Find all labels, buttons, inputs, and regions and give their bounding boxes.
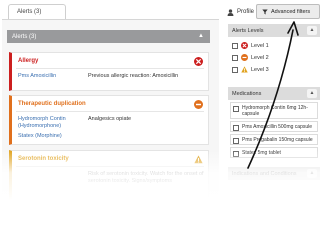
medication-option[interactable]: Pms Amoxicillin 500mg capsule [230, 121, 318, 132]
warning-triangle-icon [241, 66, 248, 73]
chevron-up-icon[interactable]: ▲ [198, 33, 204, 39]
alert-title: Therapeutic duplication [18, 101, 86, 107]
level-label: Level 1 [251, 42, 269, 49]
medication-option[interactable]: Pms Pregabalin 150mg capsule [230, 134, 318, 145]
alert-drug-link[interactable]: Pms Amoxicillin [18, 73, 56, 80]
checkbox[interactable] [233, 151, 239, 157]
level-3-option[interactable]: Level 3 [232, 66, 269, 73]
alert-drug-link[interactable]: Statex (Morphine) [18, 133, 62, 140]
alert-drug-link[interactable]: Hydromorph Contin [18, 116, 66, 123]
alert-detail: Analgesics opiate [88, 116, 132, 122]
alert-levels-body: Level 1 Level 2 Level 3 [228, 37, 320, 79]
minus-circle-icon [241, 54, 248, 61]
checkbox[interactable] [233, 138, 239, 144]
checkbox[interactable] [232, 54, 238, 61]
alert-title: Serotonin toxicity [18, 156, 69, 162]
advanced-filters-button[interactable]: Advanced filters [256, 4, 320, 19]
alert-levels-header[interactable]: Alerts Levels ▲ [228, 24, 320, 37]
tab-alerts-label: Alerts (3) [17, 9, 42, 15]
divider [16, 111, 204, 112]
chevron-up-icon[interactable]: ▲ [307, 26, 317, 35]
error-x-icon [194, 57, 203, 66]
level-2-option[interactable]: Level 2 [232, 54, 269, 61]
checkbox[interactable] [233, 106, 239, 112]
level-label: Level 3 [251, 66, 269, 73]
warning-triangle-icon [194, 155, 203, 164]
medication-label: Pms Pregabalin 150mg capsule [242, 137, 313, 143]
alerts-panel-header[interactable]: Alerts (3) ▲ [7, 30, 210, 43]
minus-circle-icon [194, 100, 203, 109]
alert-title: Allergy [18, 58, 39, 64]
medications-header[interactable]: Medications ▲ [228, 87, 320, 100]
checkbox[interactable] [232, 66, 238, 73]
divider [16, 68, 204, 69]
medication-label: Pms Amoxicillin 500mg capsule [242, 124, 313, 130]
indications-header[interactable]: Indications and Conditions ▲ [228, 167, 320, 180]
alert-drug-link-subtitle: (Hydromorphone) [18, 123, 62, 129]
alert-card-allergy: Allergy Pms Amoxicillin Previous allergi… [9, 52, 209, 91]
tab-alerts[interactable]: Alerts (3) [8, 4, 66, 19]
medication-option[interactable]: Hydromorph Contin 6mg 12h-capsule [230, 102, 318, 119]
advanced-filters-label: Advanced filters [271, 8, 311, 15]
medications-title: Medications [232, 90, 262, 97]
chevron-up-icon[interactable]: ▲ [307, 89, 317, 98]
alert-detail-continued: serotonin toxicity. Signs/symptoms [88, 178, 172, 184]
checkbox[interactable] [232, 42, 238, 49]
user-icon [227, 8, 234, 16]
alert-card-serotonin: Serotonin toxicity Risk of serotonin tox… [9, 150, 209, 200]
divider [16, 166, 204, 167]
alert-levels-title: Alerts Levels [232, 27, 264, 34]
level-1-option[interactable]: Level 1 [232, 42, 269, 49]
alert-detail: Previous allergic reaction: Amoxicillin [88, 73, 179, 79]
profile-button[interactable]: Profile [227, 6, 254, 18]
filter-icon [262, 8, 268, 15]
level-label: Level 2 [251, 54, 269, 61]
alerts-panel-title: Alerts (3) [12, 33, 37, 40]
medication-option[interactable]: Statex 5mg tablet [230, 147, 318, 158]
alert-detail: Risk of serotonin toxicity. Watch for th… [88, 171, 204, 177]
alert-card-duplication: Therapeutic duplication Hydromorph Conti… [9, 95, 209, 145]
medication-label: Hydromorph Contin 6mg 12h-capsule [242, 105, 308, 117]
checkbox[interactable] [233, 125, 239, 131]
medication-label: Statex 5mg tablet [242, 150, 281, 156]
indications-title: Indications and Conditions [232, 170, 297, 177]
profile-label: Profile [237, 9, 255, 15]
error-x-icon [241, 42, 248, 49]
chevron-up-icon[interactable]: ▲ [307, 169, 317, 178]
